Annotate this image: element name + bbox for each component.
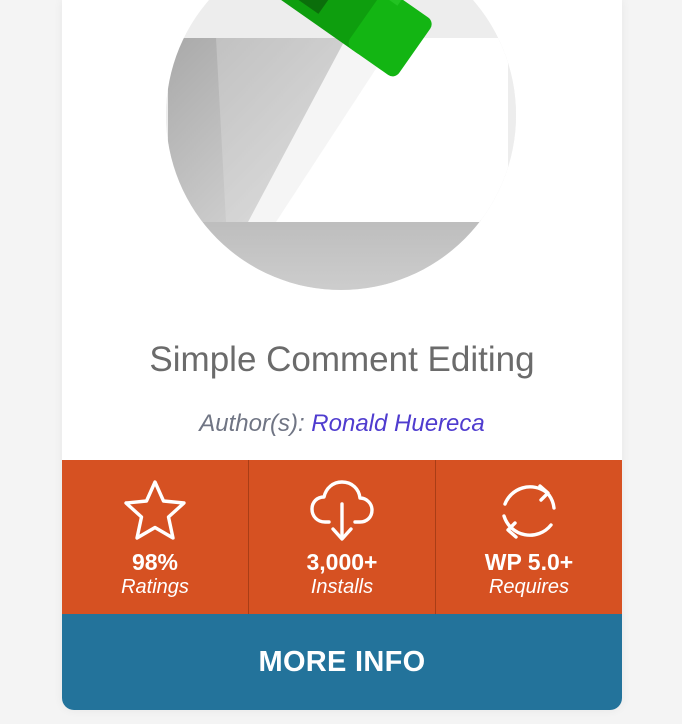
stat-label: Ratings xyxy=(121,576,189,598)
plugin-author: Author(s): Ronald Huereca xyxy=(62,408,622,440)
stat-label: Installs xyxy=(310,576,374,598)
plugin-card: Simple Comment Editing Author(s): Ronald… xyxy=(62,0,622,710)
refresh-icon xyxy=(496,478,562,544)
stat-label: Requires xyxy=(488,576,570,598)
more-info-button[interactable]: MORE INFO xyxy=(62,614,622,710)
plugin-logo xyxy=(166,0,516,290)
stat-ratings: 98% Ratings xyxy=(62,460,248,614)
stat-value: 98% xyxy=(131,549,179,575)
author-link[interactable]: Ronald Huereca xyxy=(311,410,484,437)
plugin-title: Simple Comment Editing xyxy=(149,340,535,379)
stat-value: WP 5.0+ xyxy=(484,549,574,575)
author-prefix: Author(s): xyxy=(199,410,312,437)
stat-value: 3,000+ xyxy=(306,549,378,575)
cloud-download-icon xyxy=(309,478,375,544)
stat-installs: 3,000+ Installs xyxy=(248,460,435,614)
plugin-stats: 98% Ratings 3,000+ Installs WP 5.0+ Requ… xyxy=(62,460,622,614)
stat-requires: WP 5.0+ Requires xyxy=(435,460,622,614)
star-icon xyxy=(122,478,188,544)
